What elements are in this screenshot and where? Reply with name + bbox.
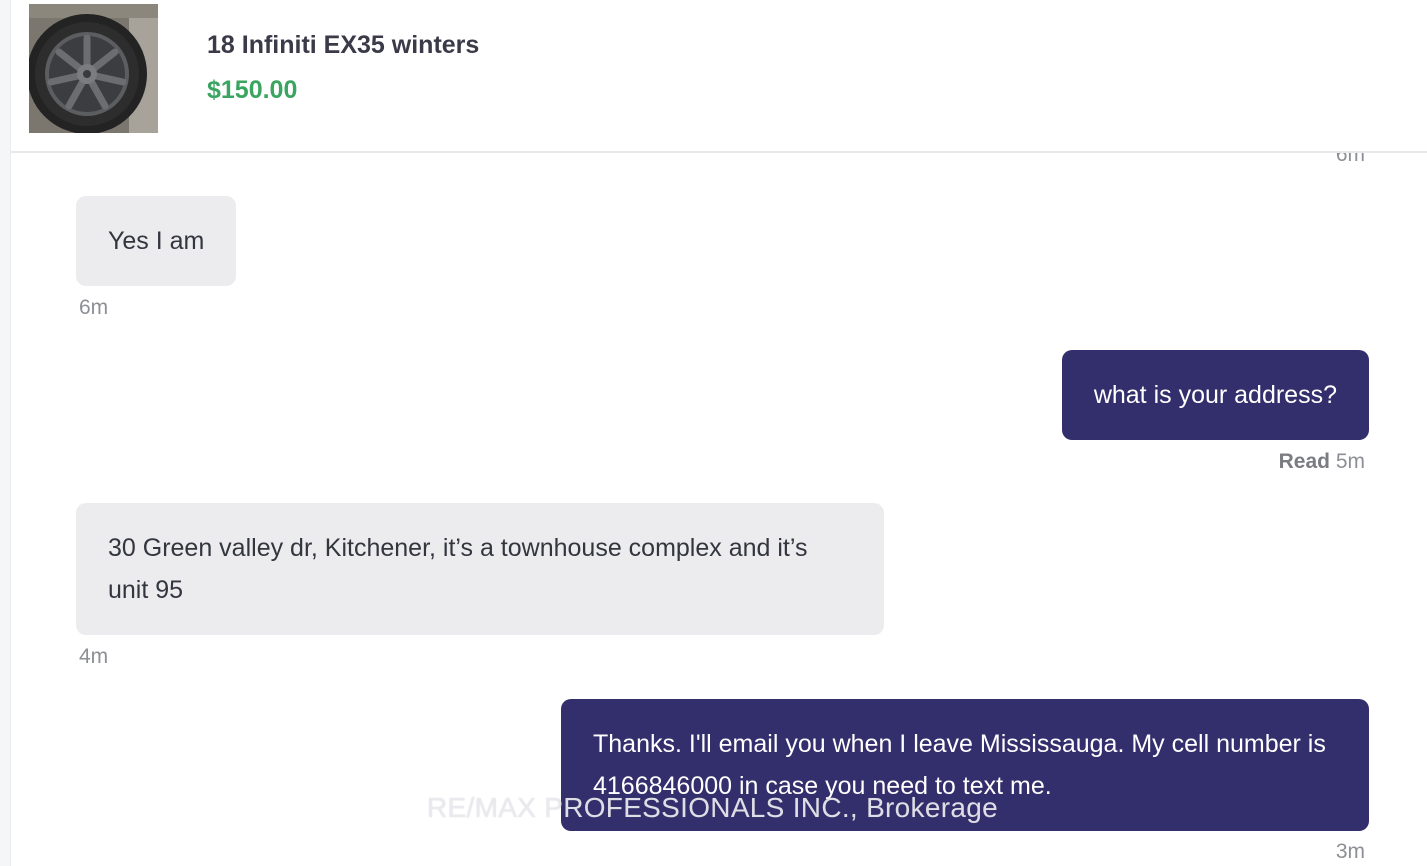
message-bubble-outgoing: what is your address?: [1061, 350, 1369, 440]
message-4-time: 3m: [1335, 840, 1365, 863]
left-rail: [0, 0, 11, 866]
chat-window: 6m Yes I am 6m what is your address? Rea…: [0, 0, 1427, 866]
message-bubble-incoming: Yes I am: [76, 196, 237, 286]
message-text: what is your address?: [1093, 381, 1337, 409]
brokerage-watermark: RE/MAX PROFESSIONALS INC., Brokerage: [427, 792, 998, 823]
message-text: 30 Green valley dr, Kitchener, it’s a to…: [108, 534, 808, 604]
message-time: 5m: [1335, 450, 1365, 473]
message-1-time: 6m: [79, 296, 109, 319]
listing-price: $150.00: [207, 76, 298, 104]
message-2-status: Read 5m: [1279, 450, 1365, 474]
message-3-time: 4m: [79, 645, 109, 668]
listing-title[interactable]: 18 Infiniti EX35 winters: [207, 31, 479, 60]
read-receipt: Read: [1278, 450, 1330, 473]
message-text: Yes I am: [108, 227, 205, 255]
message-text: Thanks. I'll email you when I leave Miss…: [593, 730, 1326, 800]
tire-wheel-photo[interactable]: [29, 4, 158, 133]
message-bubble-incoming: 30 Green valley dr, Kitchener, it’s a to…: [76, 503, 884, 635]
listing-header[interactable]: 18 Infiniti EX35 winters $150.00: [11, 0, 1427, 153]
